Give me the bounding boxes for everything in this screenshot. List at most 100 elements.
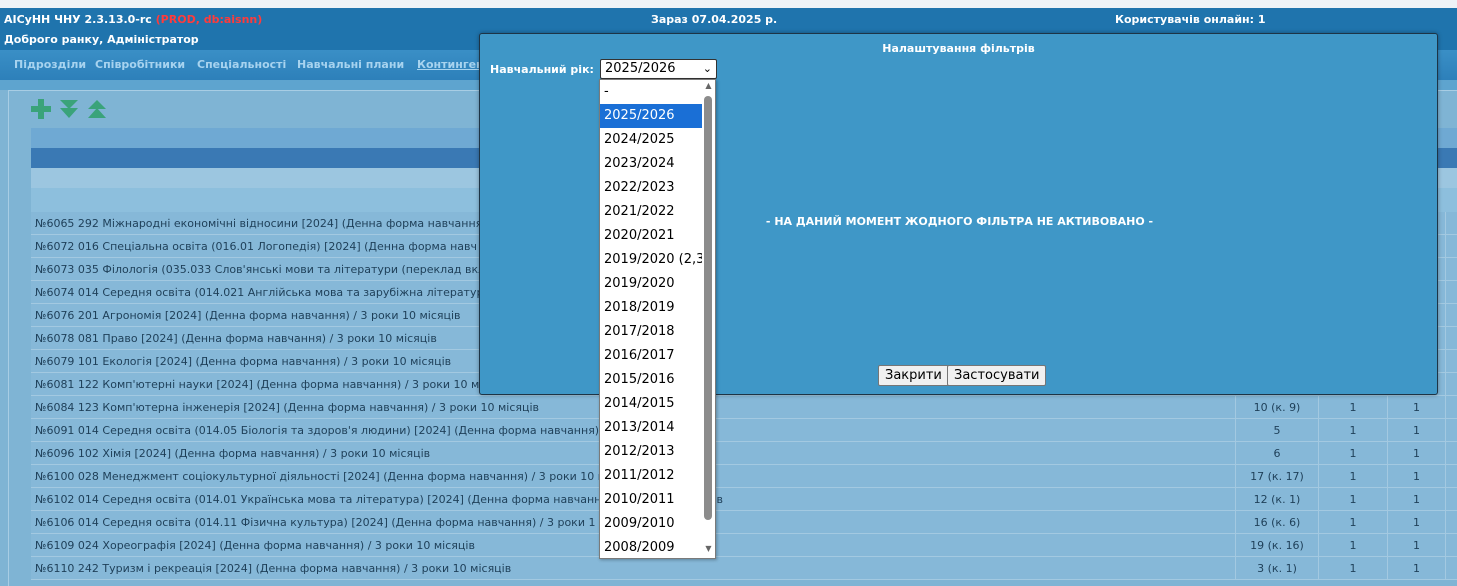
- course-count: 1: [1387, 511, 1445, 534]
- table-cell: [1445, 488, 1457, 511]
- close-button[interactable]: Закрити: [878, 365, 949, 386]
- program-name: №6091 014 Середня освіта (014.05 Біологі…: [35, 424, 600, 437]
- program-name: №6078 081 Право [2024] (Денна форма навч…: [35, 332, 437, 345]
- student-count: 12 (к. 1): [1235, 488, 1318, 511]
- table-row[interactable]: №6110 242 Туризм і рекреація [2024] (Ден…: [31, 557, 1457, 580]
- app-title: АІСуНН ЧНУ 2.3.13.0-rc (PROD, db:aisnn): [4, 13, 262, 26]
- student-count: 5: [1235, 419, 1318, 442]
- program-name: №6096 102 Хімія [2024] (Денна форма навч…: [35, 447, 431, 460]
- table-row[interactable]: №6091 014 Середня освіта (014.05 Біологі…: [31, 419, 1457, 442]
- table-cell: [1445, 511, 1457, 534]
- dropdown-option[interactable]: 2012/2013: [600, 440, 702, 464]
- course-count: 1: [1387, 534, 1445, 557]
- dropdown-option[interactable]: 2017/2018: [600, 320, 702, 344]
- dropdown-option[interactable]: 2010/2011: [600, 488, 702, 512]
- dialog-title: Налаштування фільтрів: [882, 42, 1035, 55]
- program-name: №6100 028 Менеджмент соціокультурної дія…: [35, 470, 607, 483]
- student-count: 16 (к. 6): [1235, 511, 1318, 534]
- table-cell: [1445, 557, 1457, 580]
- course-count: 1: [1387, 419, 1445, 442]
- group-count: 1: [1318, 419, 1387, 442]
- expand-all-icon[interactable]: [58, 98, 80, 120]
- table-row[interactable]: №6106 014 Середня освіта (014.11 Фізична…: [31, 511, 1457, 534]
- program-name: №6106 014 Середня освіта (014.11 Фізична…: [35, 516, 596, 529]
- dropdown-option[interactable]: 2014/2015: [600, 392, 702, 416]
- table-cell: [1445, 258, 1457, 281]
- program-name: №6110 242 Туризм і рекреація [2024] (Ден…: [35, 562, 512, 575]
- dropdown-option[interactable]: 2021/2022: [600, 200, 702, 224]
- table-cell: [1445, 419, 1457, 442]
- group-count: 1: [1318, 511, 1387, 534]
- dropdown-option[interactable]: 2025/2026: [600, 104, 702, 128]
- nav-item-employees[interactable]: Співробітники: [95, 58, 185, 71]
- program-name: №6065 292 Міжнародні економічні відносин…: [35, 217, 483, 230]
- table-row[interactable]: №6102 014 Середня освіта (014.01 Українс…: [31, 488, 1457, 511]
- dropdown-option[interactable]: 2011/2012: [600, 464, 702, 488]
- table-cell: [1445, 396, 1457, 419]
- scroll-up-icon[interactable]: ▲: [702, 81, 715, 93]
- program-name: №6073 035 Філологія (035.033 Слов'янські…: [35, 263, 486, 276]
- group-count: 1: [1318, 534, 1387, 557]
- academic-year-label: Навчальний рік:: [490, 63, 594, 76]
- program-name: №6084 123 Комп'ютерна інженерія [2024] (…: [35, 401, 540, 414]
- nav-item-curricula[interactable]: Навчальні плани: [297, 58, 404, 71]
- table-cell: [1445, 350, 1457, 373]
- table-cell: [1445, 534, 1457, 557]
- dropdown-option[interactable]: 2024/2025: [600, 128, 702, 152]
- course-count: 1: [1387, 557, 1445, 580]
- dropdown-option[interactable]: 2015/2016: [600, 368, 702, 392]
- course-count: 1: [1387, 396, 1445, 419]
- course-count: 1: [1387, 465, 1445, 488]
- greeting: Доброго ранку, Адміністратор: [4, 33, 199, 46]
- current-date: Зараз 07.04.2025 р.: [651, 13, 778, 26]
- student-count: 17 (к. 17): [1235, 465, 1318, 488]
- table-cell: [1445, 281, 1457, 304]
- dropdown-option[interactable]: 2009/2010: [600, 512, 702, 536]
- program-name: №6079 101 Екологія [2024] (Денна форма н…: [35, 355, 452, 368]
- table-row[interactable]: №6100 028 Менеджмент соціокультурної дія…: [31, 465, 1457, 488]
- collapse-all-icon[interactable]: [86, 98, 108, 120]
- dropdown-option[interactable]: -: [600, 80, 702, 104]
- group-count: 1: [1318, 557, 1387, 580]
- group-count: 1: [1318, 396, 1387, 419]
- add-icon[interactable]: [30, 98, 52, 120]
- academic-year-dropdown: 2008/2009 2009/2010 2010/2011 2011/2012 2012…: [599, 79, 716, 559]
- users-online: Користувачів онлайн: 1: [1115, 13, 1266, 26]
- table-cell: [1445, 304, 1457, 327]
- scrollbar-thumb[interactable]: [704, 96, 712, 520]
- course-count: 1: [1387, 488, 1445, 511]
- table-cell: [1445, 465, 1457, 488]
- dropdown-option[interactable]: 2022/2023: [600, 176, 702, 200]
- table-cell: [1445, 373, 1457, 396]
- dropdown-option[interactable]: 2019/2020: [600, 272, 702, 296]
- scroll-down-icon[interactable]: ▼: [702, 544, 715, 556]
- course-count: 1: [1387, 442, 1445, 465]
- program-name: №6072 016 Спеціальна освіта (016.01 Лого…: [35, 240, 477, 253]
- table-cell: [1445, 442, 1457, 465]
- dropdown-option[interactable]: 2013/2014: [600, 416, 702, 440]
- table-cell: [1445, 212, 1457, 235]
- dropdown-option[interactable]: 2023/2024: [600, 152, 702, 176]
- nav-item-specialties[interactable]: Спеціальності: [197, 58, 286, 71]
- table-cell: [1445, 327, 1457, 350]
- student-count: 6: [1235, 442, 1318, 465]
- dropdown-option[interactable]: 2018/2019: [600, 296, 702, 320]
- dropdown-option[interactable]: 2019/2020 (2,3): [600, 248, 710, 272]
- table-cell: [1445, 235, 1457, 258]
- academic-year-select[interactable]: 2025/2026 ⌄: [600, 59, 717, 79]
- program-name: №6074 014 Середня освіта (014.021 Англій…: [35, 286, 484, 299]
- table-row[interactable]: №6084 123 Комп'ютерна інженерія [2024] (…: [31, 396, 1457, 419]
- program-name: №6076 201 Агрономія [2024] (Денна форма …: [35, 309, 461, 322]
- dropdown-option[interactable]: 2008/2009: [600, 536, 702, 558]
- environment-badge: (PROD, db:aisnn): [155, 13, 263, 26]
- chevron-down-icon: ⌄: [702, 62, 712, 75]
- table-row[interactable]: №6096 102 Хімія [2024] (Денна форма навч…: [31, 442, 1457, 465]
- nav-item-departments[interactable]: Підрозділи: [14, 58, 86, 71]
- apply-button[interactable]: Застосувати: [947, 365, 1047, 386]
- group-count: 1: [1318, 465, 1387, 488]
- academic-year-selected-value: 2025/2026: [605, 61, 676, 76]
- dropdown-option[interactable]: 2020/2021: [600, 224, 702, 248]
- dropdown-option[interactable]: 2016/2017: [600, 344, 702, 368]
- table-row[interactable]: №6109 024 Хореографія [2024] (Денна форм…: [31, 534, 1457, 557]
- app-name: АІСуНН ЧНУ 2.3.13.0-rc: [4, 13, 152, 26]
